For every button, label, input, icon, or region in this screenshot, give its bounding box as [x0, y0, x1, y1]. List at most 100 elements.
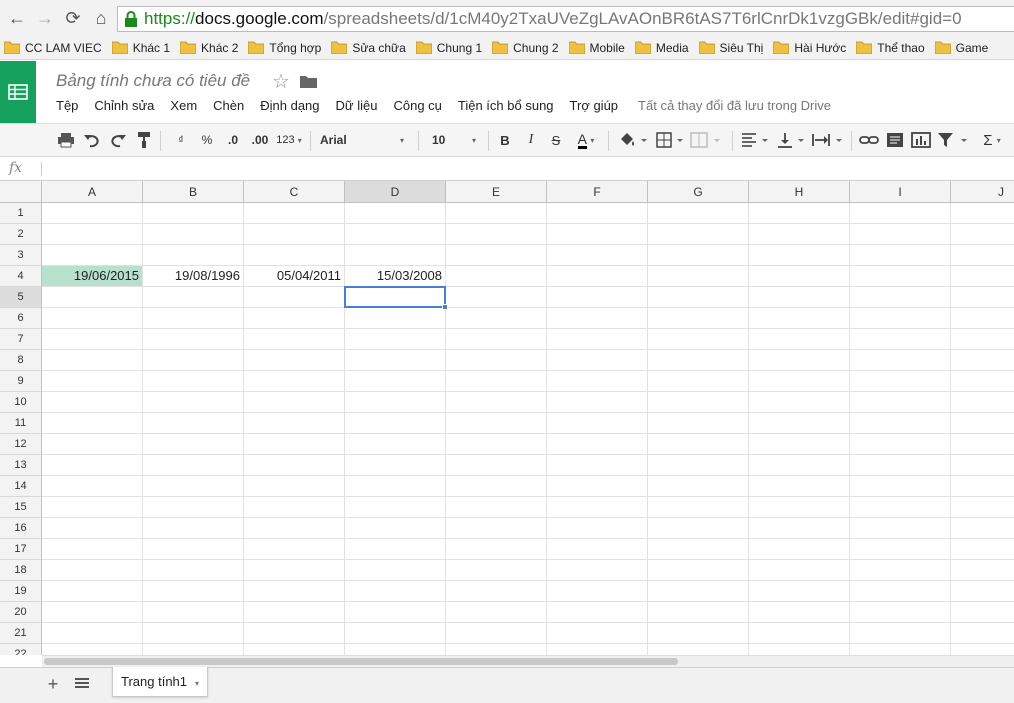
- grid-cell[interactable]: [749, 371, 850, 392]
- row-header[interactable]: 2: [0, 224, 42, 245]
- grid-cell[interactable]: [345, 602, 446, 623]
- grid-cell[interactable]: [42, 350, 143, 371]
- row-header[interactable]: 12: [0, 434, 42, 455]
- grid-cell[interactable]: [446, 497, 547, 518]
- grid-cell[interactable]: 19/06/2015: [42, 266, 143, 287]
- grid-cell[interactable]: [850, 413, 951, 434]
- row-header[interactable]: 5: [0, 287, 42, 308]
- grid-cell[interactable]: [547, 371, 648, 392]
- grid-cell[interactable]: [951, 287, 1014, 308]
- grid-cell[interactable]: [345, 434, 446, 455]
- grid-cell[interactable]: 19/08/1996: [143, 266, 244, 287]
- grid-cell[interactable]: [749, 287, 850, 308]
- percent-format-button[interactable]: %: [199, 129, 215, 151]
- grid-cell[interactable]: [446, 308, 547, 329]
- sheets-logo-icon[interactable]: [0, 61, 36, 123]
- grid-cell[interactable]: [244, 560, 345, 581]
- grid-cell[interactable]: [42, 602, 143, 623]
- insert-link-icon[interactable]: [859, 129, 879, 151]
- grid-cell[interactable]: [42, 203, 143, 224]
- grid-cell[interactable]: 15/03/2008: [345, 266, 446, 287]
- menu-item[interactable]: Dữ liệu: [336, 98, 378, 113]
- document-title[interactable]: Bảng tính chưa có tiêu đề: [56, 71, 250, 91]
- grid-cell[interactable]: [951, 623, 1014, 644]
- grid-cell[interactable]: [446, 287, 547, 308]
- grid-cell[interactable]: [345, 350, 446, 371]
- grid-cell[interactable]: [42, 644, 143, 655]
- decrease-decimal-button[interactable]: .0: [222, 129, 244, 151]
- grid-cell[interactable]: [42, 518, 143, 539]
- grid-cell[interactable]: [143, 413, 244, 434]
- grid-cell[interactable]: [143, 518, 244, 539]
- grid-cell[interactable]: [143, 476, 244, 497]
- bookmark-item[interactable]: Hài Hước: [773, 41, 846, 55]
- grid-cell[interactable]: [446, 350, 547, 371]
- grid-cell[interactable]: [547, 245, 648, 266]
- redo-icon[interactable]: [109, 129, 127, 151]
- reload-icon[interactable]: ⟳: [62, 7, 84, 29]
- grid-cell[interactable]: [749, 245, 850, 266]
- grid-cell[interactable]: [446, 203, 547, 224]
- grid-cell[interactable]: [648, 329, 749, 350]
- grid-cell[interactable]: [143, 623, 244, 644]
- text-color-button[interactable]: A ▾: [571, 129, 601, 151]
- star-icon[interactable]: ☆: [272, 69, 290, 94]
- grid-cell[interactable]: [648, 623, 749, 644]
- grid-cell[interactable]: [749, 602, 850, 623]
- grid-cell[interactable]: [446, 476, 547, 497]
- bookmark-item[interactable]: Chung 2: [492, 41, 559, 55]
- grid-cell[interactable]: [345, 287, 446, 308]
- menu-item[interactable]: Trợ giúp: [570, 98, 619, 113]
- grid-cell[interactable]: [749, 413, 850, 434]
- currency-format-button[interactable]: ₫: [174, 129, 188, 151]
- grid-cell[interactable]: [446, 623, 547, 644]
- grid-cell[interactable]: [547, 476, 648, 497]
- grid-cell[interactable]: [345, 476, 446, 497]
- row-header[interactable]: 20: [0, 602, 42, 623]
- menu-item[interactable]: Tệp: [56, 98, 78, 113]
- grid-cell[interactable]: [244, 308, 345, 329]
- grid-cell[interactable]: [143, 602, 244, 623]
- grid-cell[interactable]: [850, 287, 951, 308]
- grid-cell[interactable]: [648, 350, 749, 371]
- grid-cell[interactable]: [446, 224, 547, 245]
- grid-cell[interactable]: [446, 518, 547, 539]
- grid-cell[interactable]: [749, 497, 850, 518]
- row-header[interactable]: 19: [0, 581, 42, 602]
- bookmark-item[interactable]: Chung 1: [415, 41, 482, 55]
- grid-cell[interactable]: [749, 308, 850, 329]
- bookmark-item[interactable]: Media: [634, 41, 689, 55]
- menu-item[interactable]: Chèn: [213, 98, 244, 113]
- grid-cell[interactable]: [446, 266, 547, 287]
- grid-cell[interactable]: [446, 434, 547, 455]
- grid-cell[interactable]: [951, 329, 1014, 350]
- bookmark-item[interactable]: CC LAM VIEC: [4, 41, 102, 55]
- row-header[interactable]: 1: [0, 203, 42, 224]
- filter-icon[interactable]: [937, 129, 973, 151]
- grid-cell[interactable]: [850, 392, 951, 413]
- grid-cell[interactable]: [648, 413, 749, 434]
- grid-cell[interactable]: [749, 434, 850, 455]
- menu-item[interactable]: Công cụ: [393, 98, 441, 113]
- grid-cell[interactable]: [244, 350, 345, 371]
- bookmark-item[interactable]: Tổng hợp: [248, 41, 321, 55]
- grid-cell[interactable]: [143, 455, 244, 476]
- grid-cell[interactable]: [749, 203, 850, 224]
- grid-cell[interactable]: [42, 371, 143, 392]
- grid-cell[interactable]: [648, 392, 749, 413]
- grid-cell[interactable]: [749, 350, 850, 371]
- grid-cell[interactable]: [648, 266, 749, 287]
- grid-cell[interactable]: [850, 560, 951, 581]
- font-size-select[interactable]: 10 ▾: [428, 129, 480, 151]
- grid-cell[interactable]: [547, 434, 648, 455]
- grid-cell[interactable]: [850, 224, 951, 245]
- grid-cell[interactable]: [850, 455, 951, 476]
- grid-cell[interactable]: [749, 266, 850, 287]
- horizontal-align-icon[interactable]: [741, 129, 771, 151]
- grid-cell[interactable]: [547, 497, 648, 518]
- text-wrapping-icon[interactable]: [812, 129, 844, 151]
- grid-cell[interactable]: [749, 623, 850, 644]
- grid-cell[interactable]: [648, 308, 749, 329]
- grid-cell[interactable]: [143, 581, 244, 602]
- grid-cell[interactable]: [446, 581, 547, 602]
